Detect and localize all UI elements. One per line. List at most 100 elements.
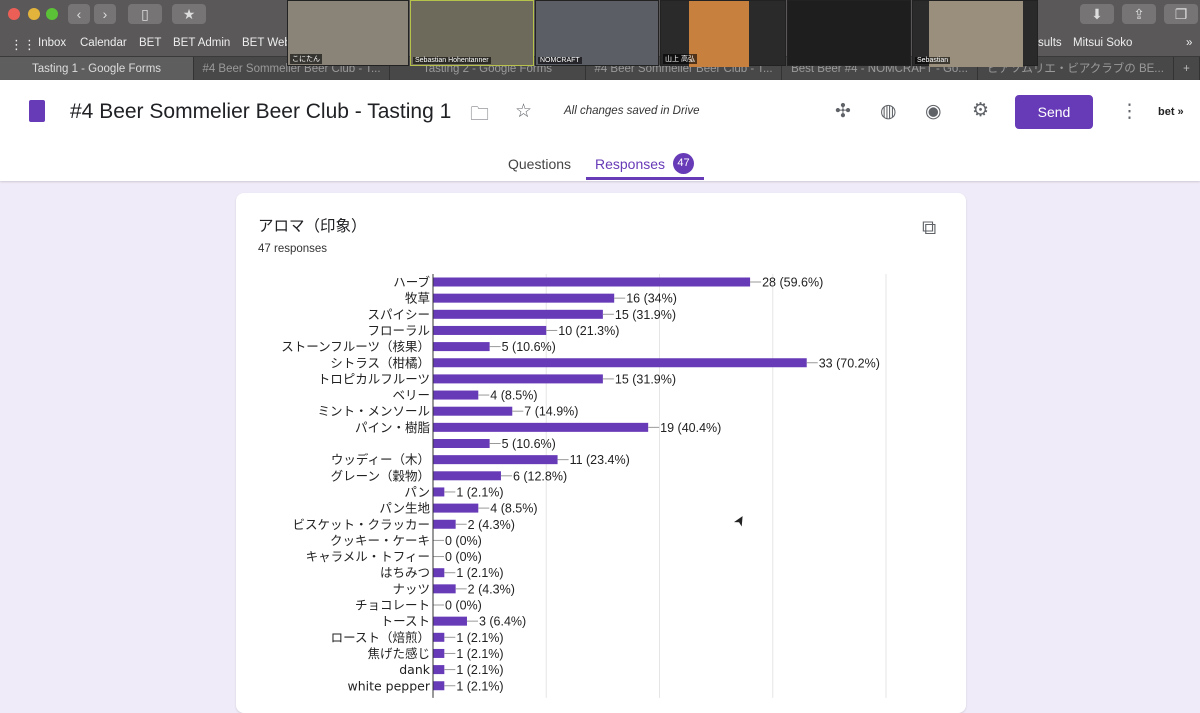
send-button[interactable]: Send	[1015, 95, 1093, 129]
bar	[433, 681, 445, 691]
close-window-button[interactable]	[8, 8, 20, 20]
browser-chrome: ‹ › ▯ ★ ⬇ ⇪ ❐ ⋮⋮ Inbox Calendar BET BET …	[0, 0, 1200, 81]
minimize-window-button[interactable]	[28, 8, 40, 20]
bookmark-results[interactable]: sults	[1038, 37, 1062, 49]
category-label: フローラル	[367, 323, 430, 338]
category-label: dank	[399, 662, 431, 677]
new-tab-button[interactable]: +	[1174, 57, 1200, 81]
bar	[433, 325, 547, 335]
data-label: 1 (2.1%)	[456, 631, 503, 645]
forms-logo-icon[interactable]	[29, 100, 45, 122]
data-label: 16 (34%)	[626, 292, 677, 306]
more-vert-icon[interactable]: ⋮	[1120, 100, 1139, 123]
category-label: トロピカルフルーツ	[318, 371, 430, 386]
data-label: 4 (8.5%)	[490, 389, 537, 403]
back-button[interactable]: ‹	[68, 4, 90, 24]
video-tile: Sebastian	[912, 0, 1038, 67]
apps-grid-icon[interactable]: ⋮⋮	[10, 37, 36, 53]
bar	[433, 584, 456, 594]
forms-header: #4 Beer Sommelier Beer Club - Tasting 1 …	[0, 80, 1200, 181]
folder-icon[interactable]: 🗀	[470, 100, 489, 132]
bookmark-bet-admin[interactable]: BET Admin	[173, 37, 230, 49]
bar	[433, 487, 445, 497]
bar	[433, 568, 445, 578]
bar	[433, 471, 501, 481]
data-label: 5 (10.6%)	[502, 340, 556, 354]
bar	[433, 342, 490, 352]
bookmark-bet[interactable]: BET	[139, 37, 161, 49]
data-label: 28 (59.6%)	[762, 276, 823, 290]
data-label: 7 (14.9%)	[524, 405, 578, 419]
bookmark-calendar[interactable]: Calendar	[80, 37, 127, 49]
tab-questions[interactable]: Questions	[508, 156, 571, 172]
bar	[433, 422, 649, 432]
category-label: パイン・樹脂	[355, 420, 430, 435]
form-title[interactable]: #4 Beer Sommelier Beer Club - Tasting 1	[70, 100, 451, 124]
bar	[433, 374, 603, 384]
more-bookmarks-icon[interactable]: »	[1186, 37, 1192, 49]
bar	[433, 632, 445, 642]
question-summary-card: アロマ（印象） 47 responses ⧉ ハーブ 28 (59.6%) 牧草 16…	[236, 193, 966, 713]
category-label: はちみつ	[380, 565, 430, 580]
bar	[433, 648, 445, 658]
bar	[433, 309, 603, 319]
bar	[433, 277, 751, 287]
bookmark-inbox[interactable]: Inbox	[38, 37, 66, 49]
bar	[433, 406, 513, 416]
data-label: 6 (12.8%)	[513, 469, 567, 483]
share-icon[interactable]: ⇪	[1122, 4, 1156, 24]
browser-tab[interactable]: Tasting 1 - Google Forms	[0, 57, 194, 81]
bar	[433, 519, 456, 529]
tabs-overview-icon[interactable]: ❐	[1164, 4, 1198, 24]
category-label: キャラメル・トフィー	[306, 549, 430, 564]
data-label: 15 (31.9%)	[615, 308, 676, 322]
bar-chart: ハーブ 28 (59.6%) 牧草 16 (34%) スパイシー 15 (31.9%) フロ…	[281, 274, 887, 698]
data-label: 4 (8.5%)	[490, 502, 537, 516]
category-label: シトラス（柑橘）	[330, 355, 430, 370]
palette-icon[interactable]: ◍	[880, 100, 897, 123]
category-label: パン生地	[379, 501, 430, 516]
preview-eye-icon[interactable]: ◉	[925, 100, 942, 123]
video-tile: NOMCRAFT	[535, 0, 659, 66]
data-label: 1 (2.1%)	[456, 566, 503, 580]
bar	[433, 358, 807, 368]
category-label: 牧草	[405, 291, 430, 306]
data-label: 11 (23.4%)	[570, 453, 630, 467]
data-label: 19 (40.4%)	[660, 421, 721, 435]
zoom-window-button[interactable]	[46, 8, 58, 20]
account-avatar[interactable]: bet »	[1158, 106, 1184, 118]
category-label: ベリー	[392, 388, 430, 403]
category-label: ウッディー（木）	[331, 452, 430, 467]
data-label: 10 (21.3%)	[558, 324, 619, 338]
category-label: ハーブ	[393, 275, 430, 290]
data-label: 1 (2.1%)	[456, 485, 503, 499]
category-label: 焦げた感じ	[367, 646, 430, 661]
category-label: ロースト（焙煎）	[331, 630, 430, 645]
category-label: チョコレート	[355, 598, 430, 613]
settings-gear-icon[interactable]: ⚙	[972, 99, 989, 122]
video-tile: こにたん	[287, 0, 409, 66]
sidebar-toggle-icon[interactable]: ▯	[128, 4, 162, 24]
bookmark-star-icon[interactable]: ★	[172, 4, 206, 24]
download-icon[interactable]: ⬇	[1080, 4, 1114, 24]
bookmark-bet-web[interactable]: BET Web	[242, 37, 291, 49]
addons-puzzle-icon[interactable]: ✣	[835, 100, 851, 123]
bookmark-mitsui-soko[interactable]: Mitsui Soko	[1073, 37, 1132, 49]
category-label: トースト	[381, 614, 430, 629]
active-tab-indicator	[586, 177, 704, 180]
bar	[433, 439, 490, 448]
bar	[433, 616, 467, 626]
category-label: ナッツ	[392, 581, 430, 596]
video-tile: 山上 高弘	[660, 0, 786, 67]
forward-button[interactable]: ›	[94, 4, 116, 24]
star-icon[interactable]: ☆	[515, 100, 532, 123]
category-label: ミント・メンソール	[317, 404, 430, 419]
data-label: 0 (0%)	[445, 550, 482, 564]
video-tile: Sebastian Hohentanner	[410, 0, 534, 66]
tab-responses[interactable]: Responses	[595, 156, 665, 172]
category-label: パン	[404, 484, 430, 499]
category-label: ビスケット・クラッカー	[292, 517, 430, 532]
responses-count-badge: 47	[673, 153, 694, 174]
bar	[433, 665, 445, 675]
data-label: 1 (2.1%)	[456, 679, 503, 693]
